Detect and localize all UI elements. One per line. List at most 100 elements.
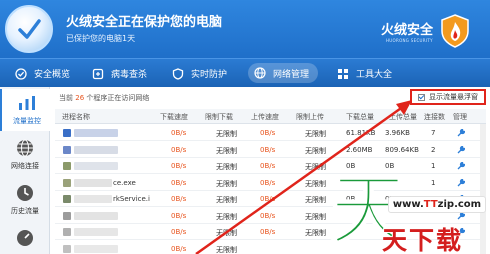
col-connections[interactable]: 连接数 (424, 112, 445, 122)
col-upload-speed[interactable]: 上传速度 (251, 112, 279, 122)
connection-count: 1 (431, 178, 436, 187)
program-count: 26 (75, 94, 85, 102)
upload-speed: 0B/s (260, 211, 276, 220)
process-icon (63, 178, 71, 187)
download-limit[interactable]: 无限制 (216, 146, 237, 156)
upload-speed: 0B/s (260, 129, 276, 137)
download-speed: 0B/s (171, 195, 187, 203)
nav-item-toolbox[interactable]: 工具大全 (336, 59, 392, 88)
upload-limit[interactable]: 无限制 (305, 146, 326, 156)
process-icon (63, 129, 71, 137)
nav-label: 工具大全 (356, 70, 393, 80)
download-speed: 0B/s (171, 211, 187, 220)
table-row[interactable]: 0B/s 无限制 0B/s 无限制 2.60MB 809.64KB 2 (55, 142, 486, 158)
gauge-icon (17, 230, 33, 246)
download-speed: 0B/s (171, 162, 187, 170)
upload-speed: 0B/s (260, 178, 276, 187)
download-speed: 0B/s (171, 244, 187, 253)
upload-speed: 0B/s (260, 162, 276, 170)
show-float-label: 显示流量悬浮窗 (429, 93, 478, 101)
redacted-name (74, 211, 118, 220)
download-limit[interactable]: 无限制 (216, 212, 237, 222)
table-row[interactable]: 0B/s 无限制 0B/s 无限制 61.81KB 3.96KB 7 (55, 125, 486, 141)
sidebar-item-more[interactable] (0, 224, 50, 254)
table-row[interactable]: ce.exe 0B/s 无限制 0B/s 无限制 0B 0B 1 (55, 175, 486, 191)
network-connection-icon (17, 139, 33, 157)
connection-count: 2 (431, 145, 436, 154)
download-limit[interactable]: 无限制 (216, 245, 237, 254)
col-upload-limit[interactable]: 限制上传 (296, 112, 324, 122)
sidebar-item-traffic-monitor[interactable]: 流量监控 (0, 89, 50, 131)
sidebar: 流量监控 网络连接 历史流量 (0, 87, 50, 254)
table-row[interactable]: 0B/s 无限制 0B/s 无限制 0B 0B 1 (55, 158, 486, 174)
protection-status-icon (5, 5, 53, 53)
wrench-icon[interactable] (457, 211, 466, 222)
nav-label: 网络管理 (273, 69, 310, 80)
wrench-icon[interactable] (457, 145, 466, 156)
process-icon (63, 145, 71, 154)
col-total-download[interactable]: 下载总量 (346, 112, 374, 122)
shield-check-icon (14, 67, 28, 81)
watermark-url-prefix: www. (392, 199, 424, 210)
watermark-url: www. TT zip.com (388, 196, 486, 213)
virus-scan-icon (91, 67, 105, 81)
process-icon (63, 162, 71, 170)
nav-item-network-management[interactable]: 网络管理 (248, 63, 319, 83)
download-speed: 0B/s (171, 129, 187, 137)
shield-icon (171, 67, 185, 81)
redacted-name (74, 162, 118, 170)
upload-limit[interactable]: 无限制 (305, 162, 326, 172)
process-icon (63, 195, 71, 203)
program-count-summary: 当前 26 个程序正在访问网络 (59, 93, 149, 103)
nav-label: 实时防护 (191, 70, 228, 80)
upload-limit[interactable]: 无限制 (305, 212, 326, 222)
nav-item-security-overview[interactable]: 安全概览 (14, 59, 70, 88)
sidebar-item-network-connection[interactable]: 网络连接 (0, 134, 50, 176)
brand-subtitle: HUORONG SECURITY (386, 38, 433, 43)
sidebar-item-label: 历史流量 (11, 207, 39, 215)
redacted-name (74, 244, 118, 253)
process-name: rkService.i (113, 195, 150, 203)
wrench-icon[interactable] (457, 128, 466, 139)
main-nav: 安全概览 病毒查杀 实时防护 网络管理 工具大全 (0, 58, 490, 87)
col-process-name[interactable]: 进程名称 (62, 112, 90, 122)
nav-item-virus-scan[interactable]: 病毒查杀 (91, 59, 147, 88)
col-download-speed[interactable]: 下载速度 (160, 112, 188, 122)
checkbox-checked-icon[interactable] (418, 93, 425, 101)
show-traffic-float-toggle[interactable]: 显示流量悬浮窗 (410, 89, 486, 105)
col-total-upload[interactable]: 上传总量 (389, 112, 417, 122)
sidebar-item-label: 网络连接 (11, 162, 39, 170)
redacted-name (74, 145, 118, 154)
globe-icon (253, 66, 267, 80)
redacted-name (74, 228, 118, 236)
download-limit[interactable]: 无限制 (216, 228, 237, 238)
sidebar-item-label: 流量监控 (13, 117, 41, 125)
download-limit[interactable]: 无限制 (216, 195, 237, 205)
wrench-icon[interactable] (457, 178, 466, 189)
col-download-limit[interactable]: 限制下载 (205, 112, 233, 122)
download-speed: 0B/s (171, 178, 187, 187)
table-scrollbar[interactable] (480, 124, 486, 254)
huorong-logo-icon (441, 14, 469, 48)
download-limit[interactable]: 无限制 (216, 162, 237, 172)
watermark-url-suffix: zip.com (437, 199, 482, 210)
download-limit[interactable]: 无限制 (216, 179, 237, 189)
upload-limit[interactable]: 无限制 (305, 179, 326, 189)
nav-item-realtime-protection[interactable]: 实时防护 (171, 59, 227, 88)
redacted-name (74, 129, 118, 137)
sidebar-item-history-traffic[interactable]: 历史流量 (0, 179, 50, 221)
total-download: 2.60MB (346, 145, 373, 154)
upload-limit[interactable]: 无限制 (305, 129, 326, 139)
wrench-icon[interactable] (457, 161, 466, 172)
upload-limit[interactable]: 无限制 (305, 228, 326, 238)
total-download: 61.81KB (346, 129, 376, 137)
redacted-name (74, 195, 112, 203)
grid-icon (336, 67, 350, 81)
upload-speed: 0B/s (260, 145, 276, 154)
connection-count: 7 (431, 129, 436, 137)
app-header: 火绒安全正在保护您的电脑 已保护您的电脑1天 火绒安全 HUORONG SECU… (0, 0, 490, 58)
process-name: ce.exe (113, 178, 136, 187)
summary-suffix: 个程序正在访问网络 (86, 94, 150, 102)
download-limit[interactable]: 无限制 (216, 129, 237, 139)
upload-limit[interactable]: 无限制 (305, 195, 326, 205)
